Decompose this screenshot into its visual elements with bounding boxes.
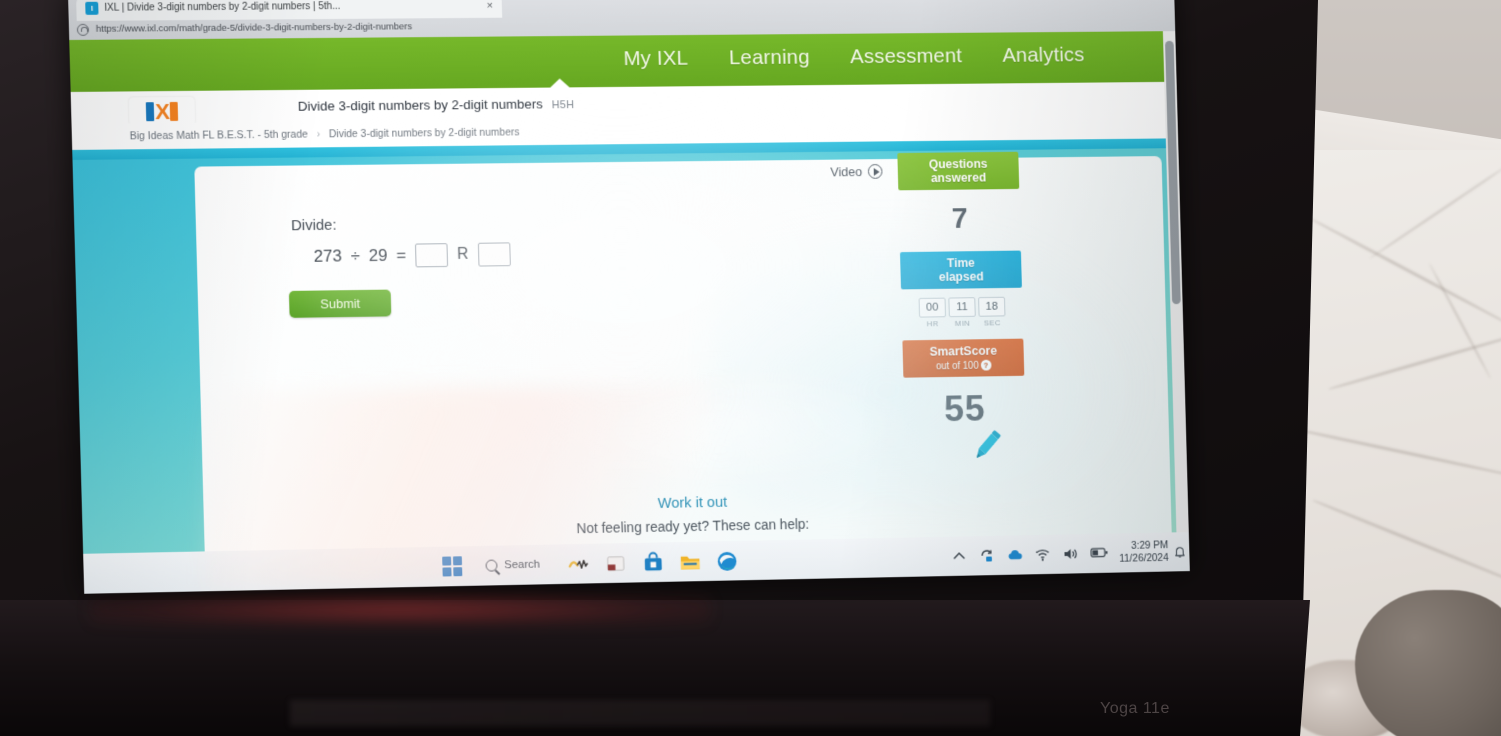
nav-item-assessment[interactable]: Assessment <box>850 45 963 69</box>
video-button[interactable]: Video <box>830 164 883 180</box>
questions-answered-label-line2: answered <box>930 170 987 186</box>
skill-code: H5H <box>551 99 575 112</box>
equals-symbol: = <box>395 245 407 265</box>
background-knee <box>1355 590 1501 736</box>
submit-button[interactable]: Submit <box>288 289 392 318</box>
time-seconds: 18 <box>978 296 1006 317</box>
remainder-input[interactable] <box>478 242 512 267</box>
time-elapsed-ribbon: Time elapsed <box>900 250 1022 290</box>
time-hr-label: HR <box>926 319 939 329</box>
onedrive-icon[interactable] <box>1007 547 1023 563</box>
start-button-icon[interactable] <box>442 556 463 577</box>
nav-item-learning[interactable]: Learning <box>729 46 810 70</box>
remainder-label: R <box>456 245 469 263</box>
store-app-icon[interactable] <box>642 551 665 574</box>
logo-bar-i <box>145 101 155 121</box>
clock-date: 11/26/2024 <box>1119 551 1169 565</box>
edge-browser-icon[interactable] <box>716 549 739 572</box>
skill-title: Divide 3-digit numbers by 2-digit number… <box>297 96 544 114</box>
photo-scene: Yoga 11e I IXL | Divide 3-digit numbers … <box>0 0 1501 736</box>
smartscore-ribbon: SmartScore out of 100? <box>902 338 1025 378</box>
question-equation: 273 ÷ 29 = R <box>313 242 512 268</box>
close-icon[interactable]: × <box>487 0 494 11</box>
url-text: https://www.ixl.com/math/grade-5/divide-… <box>95 21 413 35</box>
sync-icon[interactable] <box>979 548 995 564</box>
time-hours: 00 <box>918 297 947 318</box>
file-explorer-icon[interactable] <box>679 550 702 573</box>
pencil-icon[interactable] <box>966 424 1007 466</box>
breadcrumb-item-skill[interactable]: Divide 3-digit numbers by 2-digit number… <box>329 126 520 140</box>
play-circle-icon <box>867 164 883 179</box>
wifi-icon[interactable] <box>1035 547 1051 563</box>
divisor-value: 29 <box>368 245 388 266</box>
time-elapsed-label-line2: elapsed <box>938 269 984 284</box>
browser-tab-title: IXL | Divide 3-digit numbers by 2-digit … <box>104 1 341 14</box>
time-minutes: 11 <box>948 297 976 318</box>
nav-items: My IXL Learning Assessment Analytics <box>623 44 1085 72</box>
logo-bar-l <box>169 101 178 121</box>
questions-answered-label-line1: Questions <box>928 156 988 172</box>
stats-panel: Questions answered 7 Time elapsed 00 11 … <box>897 151 1025 431</box>
search-placeholder: Search <box>504 558 541 572</box>
time-unit-labels: HR MIN SEC <box>902 318 1023 329</box>
practice-card: Video Divide: 273 ÷ 29 = R Submit Questi… <box>194 151 1173 592</box>
ixl-logo[interactable]: X <box>128 96 196 126</box>
questions-answered-ribbon: Questions answered <box>897 151 1020 191</box>
breadcrumb-item-curriculum[interactable]: Big Ideas Math FL B.E.S.T. - 5th grade <box>130 129 308 143</box>
time-min-label: MIN <box>954 318 971 328</box>
clock-time: 3:29 PM <box>1130 538 1169 552</box>
quotient-input[interactable] <box>414 243 448 268</box>
breadcrumb-separator-icon: › <box>316 128 321 140</box>
questions-answered-value: 7 <box>951 202 969 235</box>
taskbar-clock[interactable]: 3:29 PM 11/26/2024 <box>1119 539 1169 566</box>
time-sec-label: SEC <box>983 318 1001 328</box>
search-icon <box>485 559 498 572</box>
chevron-up-icon[interactable] <box>951 548 967 564</box>
ixl-favicon-icon: I <box>85 1 99 15</box>
nav-item-my-ixl[interactable]: My IXL <box>623 47 688 71</box>
smartscore-sublabel: out of 100 <box>935 360 979 373</box>
help-icon[interactable]: ? <box>980 359 992 371</box>
squiggle-app-icon[interactable] <box>568 552 591 575</box>
divide-symbol: ÷ <box>350 246 361 266</box>
question-prompt: Divide: <box>290 216 337 235</box>
app-icon-gray[interactable] <box>605 552 628 575</box>
taskbar-apps: Search <box>442 549 739 578</box>
battery-icon[interactable] <box>1090 545 1108 561</box>
taskbar-search[interactable]: Search <box>477 555 554 574</box>
notification-bell-icon[interactable] <box>1173 545 1187 559</box>
time-elapsed-clock: 00 11 18 <box>901 296 1022 318</box>
nav-item-analytics[interactable]: Analytics <box>1002 44 1085 68</box>
logo-letter-x: X <box>154 98 170 124</box>
skill-header: Divide 3-digit numbers by 2-digit number… <box>298 96 575 114</box>
system-tray <box>951 545 1108 564</box>
volume-icon[interactable] <box>1062 546 1078 562</box>
laptop-screen: I IXL | Divide 3-digit numbers by 2-digi… <box>68 0 1190 594</box>
page-body: Video Divide: 273 ÷ 29 = R Submit Questi… <box>72 148 1190 594</box>
dividend-value: 273 <box>313 246 343 266</box>
laptop-brand-label: Yoga 11e <box>1100 700 1170 717</box>
lock-icon <box>76 23 90 36</box>
video-label: Video <box>830 164 863 180</box>
laptop-keyboard <box>290 700 990 726</box>
bezel-reflection <box>90 592 710 626</box>
smartscore-value: 55 <box>943 388 987 430</box>
